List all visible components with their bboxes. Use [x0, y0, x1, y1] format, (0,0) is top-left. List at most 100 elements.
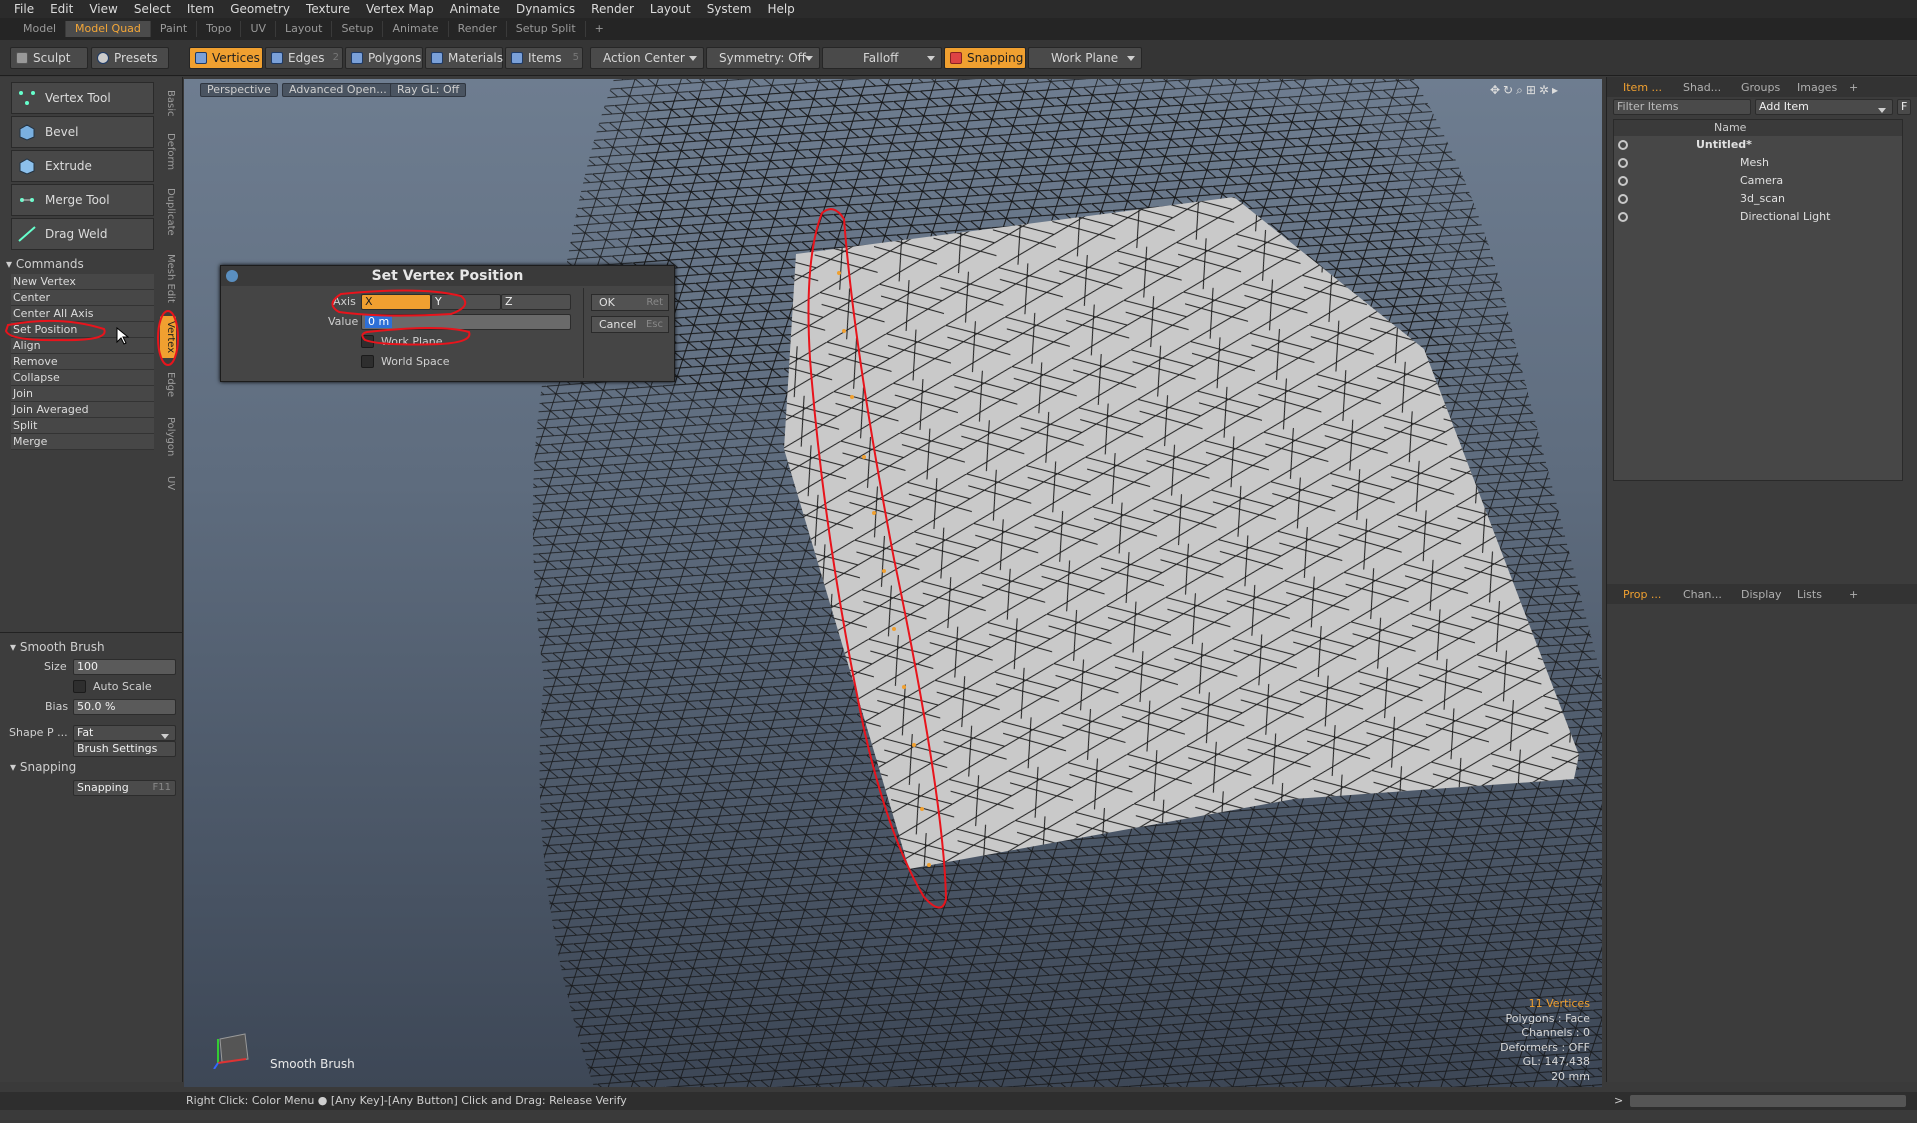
tab-layout[interactable]: Layout	[276, 21, 333, 37]
symmetry-dropdown[interactable]: Symmetry: Off	[706, 47, 820, 69]
materials-mode-button[interactable]: Materials	[425, 47, 503, 69]
tab-images[interactable]: Images	[1791, 79, 1843, 96]
items-mode-button[interactable]: Items 5	[505, 47, 583, 69]
add-tab-button[interactable]: +	[586, 21, 613, 37]
tree-row-directional-light[interactable]: Directional Light	[1614, 208, 1904, 226]
commands-header[interactable]: ▾ Commands	[6, 257, 84, 271]
visibility-eye-icon[interactable]	[1618, 158, 1628, 168]
collapse-command[interactable]: Collapse	[11, 370, 154, 386]
vtab-duplicate[interactable]: Duplicate	[160, 184, 176, 240]
item-panel-tabs: Item ... Shad... Groups Images +	[1607, 77, 1917, 97]
menu-edit[interactable]: Edit	[42, 0, 81, 18]
viewport-nav-icons[interactable]: ✥↻⌕⊞✲▸	[1490, 83, 1561, 98]
sculpt-button[interactable]: Sculpt	[10, 47, 88, 69]
menu-animate[interactable]: Animate	[442, 0, 508, 18]
tab-uv[interactable]: UV	[241, 21, 277, 37]
remove-command[interactable]: Remove	[11, 354, 154, 370]
join-command[interactable]: Join	[11, 386, 154, 402]
merge-tool-button[interactable]: Merge Tool	[11, 184, 154, 216]
filter-toggle-button[interactable]: F	[1897, 99, 1911, 115]
vtab-deform[interactable]: Deform	[160, 130, 176, 174]
edges-mode-button[interactable]: Edges 2	[265, 47, 343, 69]
extrude-button[interactable]: Extrude	[11, 150, 154, 182]
menu-view[interactable]: View	[81, 0, 125, 18]
presets-button[interactable]: Presets	[91, 47, 169, 69]
tab-lists[interactable]: Lists	[1791, 586, 1828, 603]
menu-render[interactable]: Render	[583, 0, 642, 18]
tab-groups[interactable]: Groups	[1735, 79, 1786, 96]
tree-row-3d-scan[interactable]: 3d_scan	[1614, 190, 1904, 208]
size-field[interactable]: 100	[73, 659, 176, 675]
tab-model[interactable]: Model	[14, 21, 67, 37]
vtab-edge[interactable]: Edge	[160, 368, 176, 402]
tab-render[interactable]: Render	[449, 21, 507, 37]
visibility-eye-icon[interactable]	[1618, 140, 1628, 150]
add-panel-tab-button[interactable]: +	[1843, 79, 1864, 96]
3d-viewport[interactable]: Perspective Advanced Open... Ray GL: Off…	[184, 79, 1602, 1087]
tab-topo[interactable]: Topo	[197, 21, 242, 37]
perspective-dropdown[interactable]: Perspective	[200, 83, 278, 97]
menu-geometry[interactable]: Geometry	[222, 0, 298, 18]
drag-weld-button[interactable]: Drag Weld	[11, 218, 154, 250]
visibility-eye-icon[interactable]	[1618, 176, 1628, 186]
snapping-button[interactable]: Snapping F11	[73, 780, 176, 796]
shading-dropdown[interactable]: Advanced Open...	[282, 83, 394, 97]
tab-setup[interactable]: Setup	[332, 21, 384, 37]
bias-field[interactable]: 50.0 %	[73, 699, 176, 715]
menu-help[interactable]: Help	[759, 0, 802, 18]
command-input[interactable]	[1630, 1095, 1906, 1107]
auto-scale-checkbox[interactable]	[73, 680, 86, 693]
tab-channels[interactable]: Chan...	[1677, 586, 1728, 603]
menu-system[interactable]: System	[699, 0, 760, 18]
tab-shading[interactable]: Shad...	[1677, 79, 1727, 96]
new-vertex-command[interactable]: New Vertex	[11, 274, 154, 290]
filter-items-input[interactable]: Filter Items	[1613, 99, 1751, 115]
raygl-toggle[interactable]: Ray GL: Off	[390, 83, 467, 97]
bevel-button[interactable]: Bevel	[11, 116, 154, 148]
tab-display[interactable]: Display	[1735, 586, 1788, 603]
vertex-tool-button[interactable]: Vertex Tool	[11, 82, 154, 114]
menu-file[interactable]: File	[6, 0, 42, 18]
add-item-dropdown[interactable]: Add Item	[1755, 99, 1893, 115]
visibility-eye-icon[interactable]	[1618, 212, 1628, 222]
action-center-dropdown[interactable]: Action Center	[590, 47, 704, 69]
world-space-checkbox[interactable]	[361, 355, 374, 368]
visibility-eye-icon[interactable]	[1618, 194, 1628, 204]
falloff-dropdown[interactable]: Falloff	[822, 47, 942, 69]
tab-paint[interactable]: Paint	[151, 21, 198, 37]
tab-item-list[interactable]: Item ...	[1617, 79, 1668, 96]
tab-properties[interactable]: Prop ...	[1617, 586, 1667, 603]
cancel-button[interactable]: Cancel Esc	[591, 316, 669, 333]
tree-row-camera[interactable]: Camera	[1614, 172, 1904, 190]
tab-model-quad[interactable]: Model Quad	[66, 21, 151, 37]
merge-command[interactable]: Merge	[11, 434, 154, 450]
channels-info: Channels : 0	[1521, 1026, 1590, 1039]
brush-settings-button[interactable]: Brush Settings	[73, 741, 176, 757]
tab-animate[interactable]: Animate	[383, 21, 449, 37]
vtab-basic[interactable]: Basic	[160, 86, 176, 120]
polygons-mode-button[interactable]: Polygons	[345, 47, 423, 69]
tree-row-mesh[interactable]: Mesh	[1614, 154, 1904, 172]
center-command[interactable]: Center	[11, 290, 154, 306]
menu-dynamics[interactable]: Dynamics	[508, 0, 583, 18]
menu-vertex-map[interactable]: Vertex Map	[358, 0, 442, 18]
join-averaged-command[interactable]: Join Averaged	[11, 402, 154, 418]
menu-select[interactable]: Select	[126, 0, 179, 18]
add-property-tab-button[interactable]: +	[1843, 586, 1864, 603]
work-plane-dropdown[interactable]: Work Plane	[1028, 47, 1142, 69]
shape-preset-dropdown[interactable]: Fat	[73, 725, 176, 741]
vertices-mode-button[interactable]: Vertices	[189, 47, 263, 69]
snapping-toggle[interactable]: Snapping	[944, 47, 1026, 69]
tree-row-scene[interactable]: Untitled*	[1614, 136, 1904, 154]
split-command[interactable]: Split	[11, 418, 154, 434]
vtab-mesh-edit[interactable]: Mesh Edit	[160, 250, 176, 306]
smooth-brush-header[interactable]: ▾ Smooth Brush	[10, 640, 105, 654]
menu-item[interactable]: Item	[179, 0, 222, 18]
menu-layout[interactable]: Layout	[642, 0, 699, 18]
vtab-uv[interactable]: UV	[160, 472, 176, 494]
snapping-header[interactable]: ▾ Snapping	[10, 760, 76, 774]
vtab-polygon[interactable]: Polygon	[160, 412, 176, 462]
menu-texture[interactable]: Texture	[298, 0, 358, 18]
tab-setup-split[interactable]: Setup Split	[507, 21, 586, 37]
ok-button[interactable]: OK Ret	[591, 294, 669, 311]
